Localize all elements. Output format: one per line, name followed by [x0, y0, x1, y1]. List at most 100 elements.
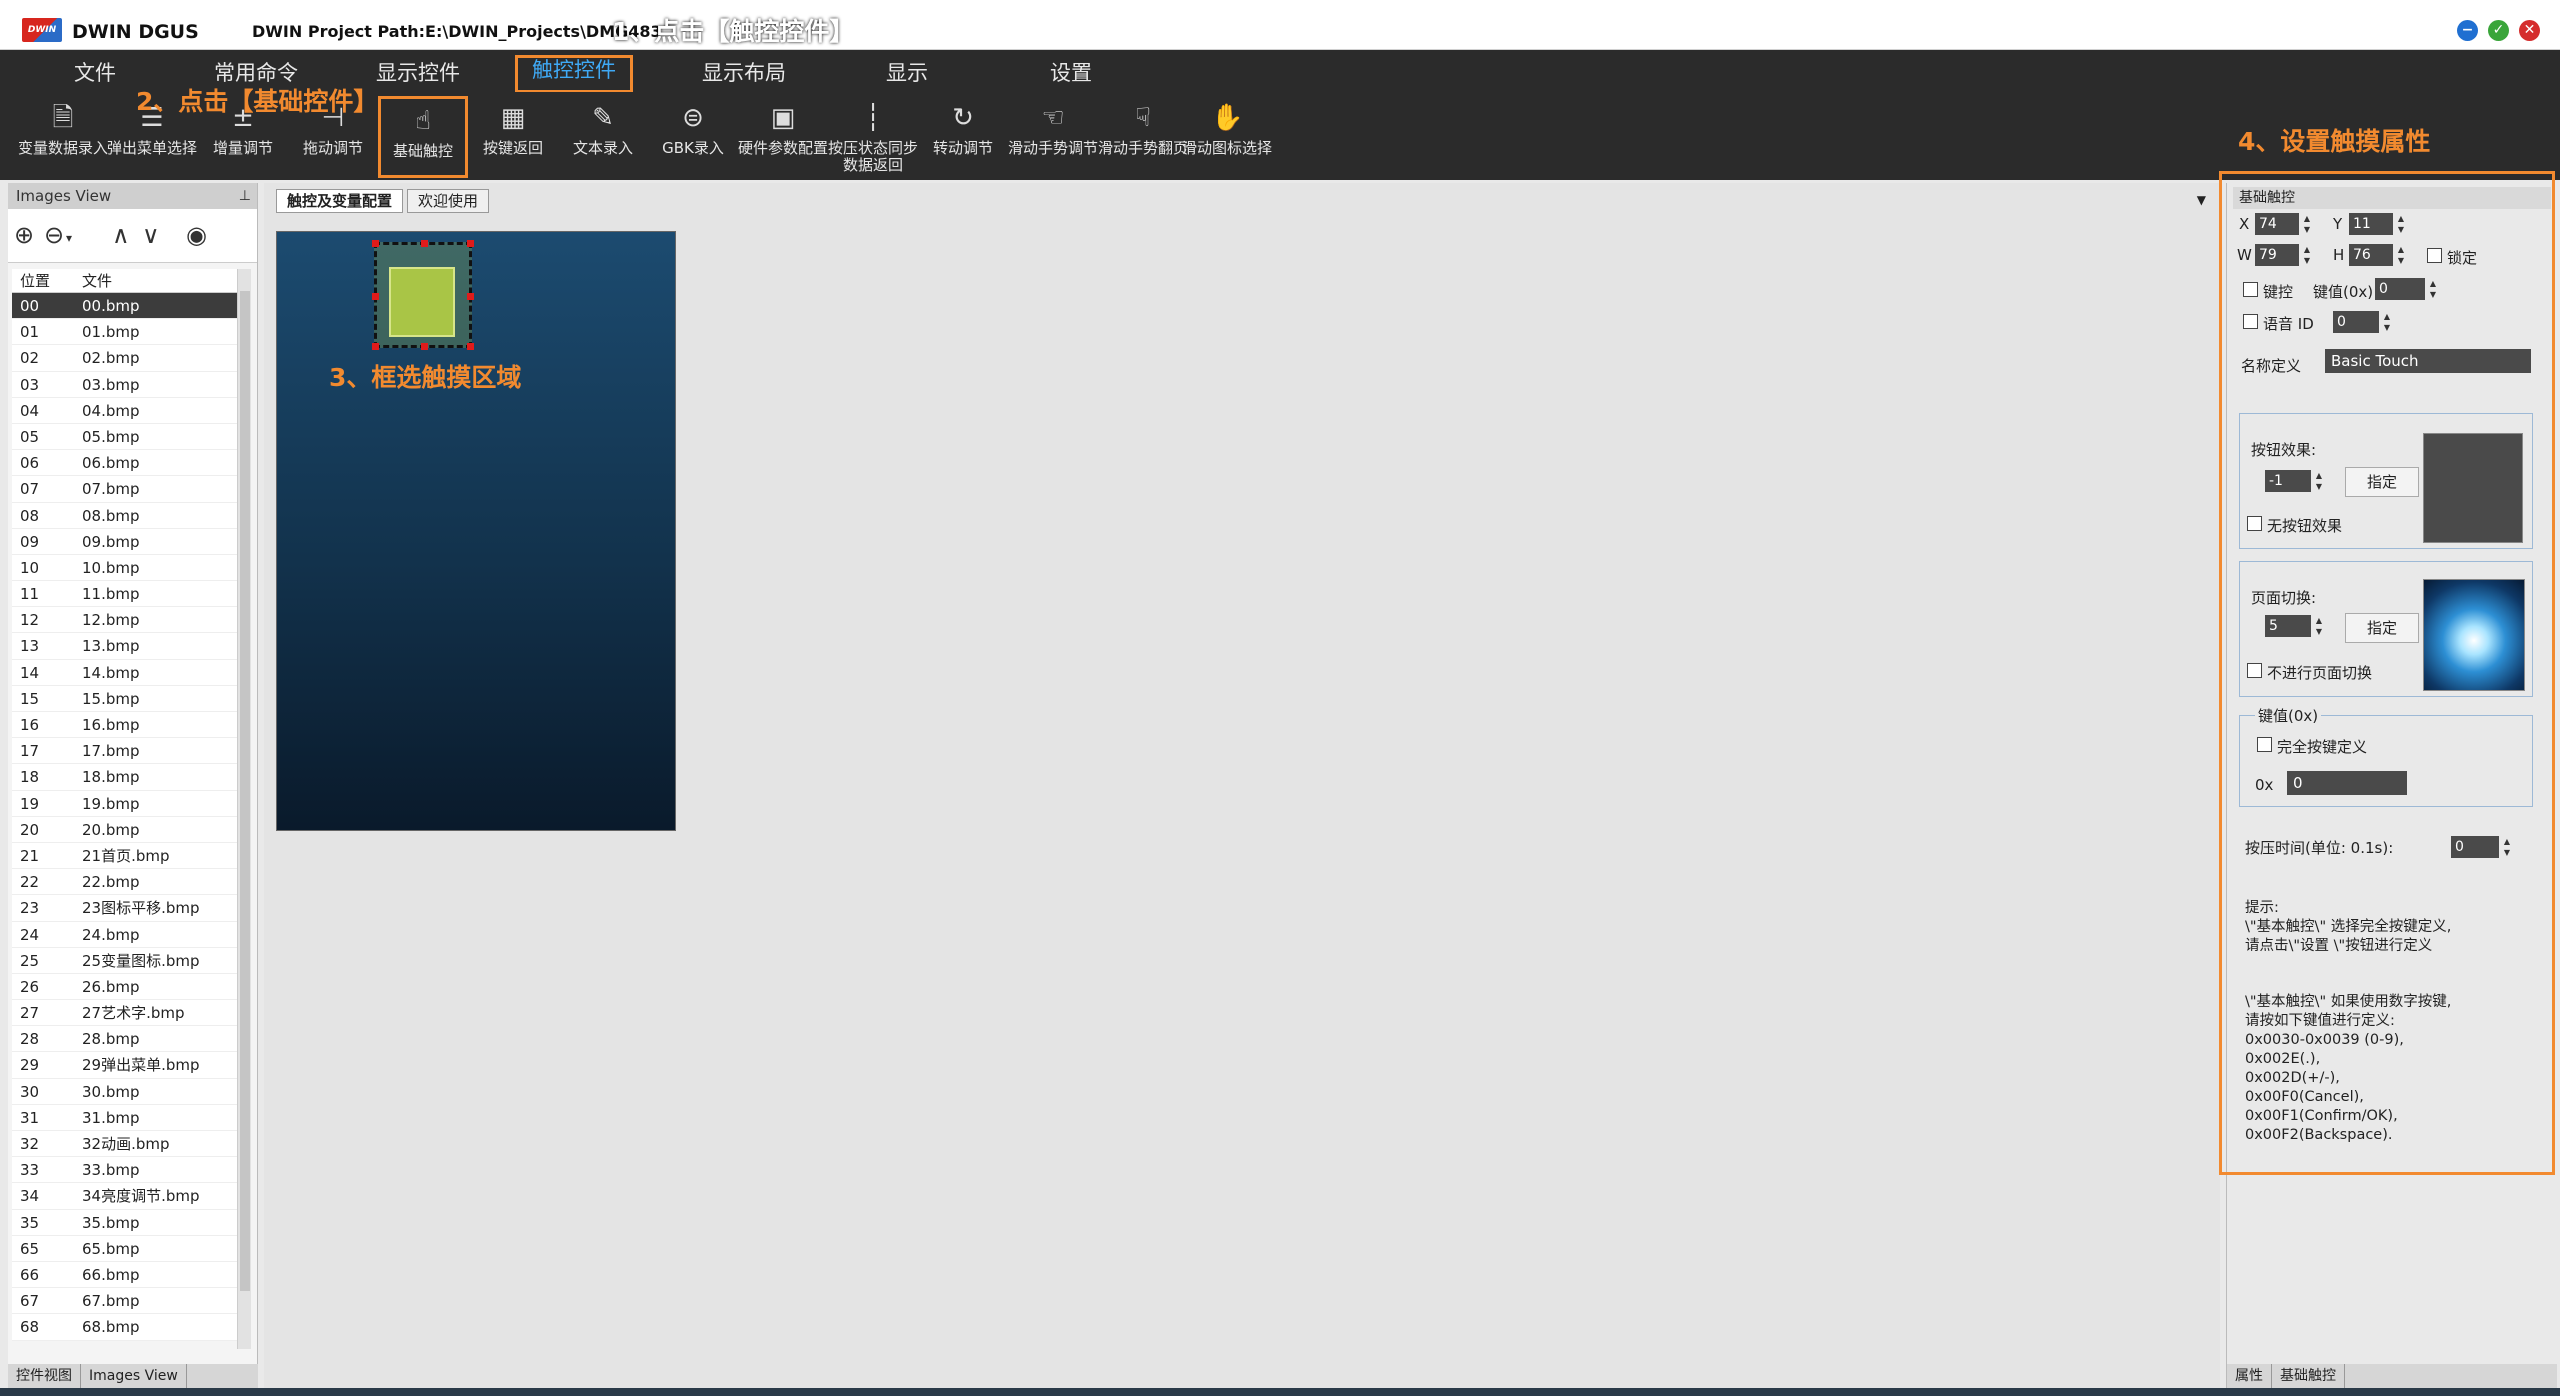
voice-checkbox[interactable]: [2243, 314, 2258, 329]
hex-key-input[interactable]: 0: [2287, 771, 2407, 795]
tool-press-sync[interactable]: ┆ 按压状态同步数据返回: [828, 96, 918, 178]
resize-handle[interactable]: [421, 343, 428, 350]
move-up-icon[interactable]: ∧: [112, 221, 130, 249]
table-row[interactable]: 12 12.bmp: [12, 607, 238, 634]
table-row[interactable]: 16 16.bmp: [12, 712, 238, 739]
table-row[interactable]: 25 25变量图标.bmp: [12, 947, 238, 974]
table-row[interactable]: 34 34亮度调节.bmp: [12, 1183, 238, 1210]
menu-display[interactable]: 显示: [872, 58, 942, 88]
voice-id-spinner[interactable]: ▲ ▼: [2381, 311, 2393, 333]
tool-basic-touch[interactable]: ☝ 基础触控: [378, 96, 468, 178]
page-switch-input[interactable]: 5: [2265, 615, 2311, 637]
table-row[interactable]: 33 33.bmp: [12, 1157, 238, 1184]
table-row[interactable]: 19 19.bmp: [12, 790, 238, 817]
table-row[interactable]: 08 08.bmp: [12, 502, 238, 529]
x-input[interactable]: 74: [2255, 213, 2299, 235]
page-canvas[interactable]: 3、框选触摸区域: [276, 231, 676, 831]
w-spinner[interactable]: ▲ ▼: [2301, 244, 2313, 266]
lock-checkbox[interactable]: [2427, 248, 2442, 263]
table-row[interactable]: 09 09.bmp: [12, 528, 238, 555]
table-row[interactable]: 10 10.bmp: [12, 554, 238, 582]
tool-text-input[interactable]: ✎ 文本录入: [558, 96, 648, 178]
table-row[interactable]: 15 15.bmp: [12, 685, 238, 712]
resize-handle[interactable]: [467, 343, 474, 350]
menu-file[interactable]: 文件: [60, 58, 130, 88]
tab-touch-config[interactable]: 触控及变量配置: [276, 189, 404, 213]
menu-touch-controls[interactable]: 触控控件: [515, 55, 633, 93]
tool-swipe-icon-select[interactable]: ✋ 滑动图标选择: [1182, 96, 1272, 178]
page-switch-spinner[interactable]: ▲ ▼: [2313, 615, 2325, 637]
table-row[interactable]: 02 02.bmp: [12, 345, 238, 372]
tool-rotate-adjust[interactable]: ↻ 转动调节: [918, 96, 1008, 178]
key-control-checkbox[interactable]: [2243, 282, 2258, 297]
tool-swipe-page[interactable]: ☟ 滑动手势翻页: [1098, 96, 1188, 178]
table-row[interactable]: 24 24.bmp: [12, 921, 238, 948]
table-row[interactable]: 30 30.bmp: [12, 1078, 238, 1105]
table-row[interactable]: 18 18.bmp: [12, 764, 238, 791]
table-row[interactable]: 35 35.bmp: [12, 1209, 238, 1236]
table-row[interactable]: 11 11.bmp: [12, 581, 238, 608]
tab-welcome[interactable]: 欢迎使用: [407, 189, 490, 213]
table-row[interactable]: 00 00.bmp: [12, 293, 238, 320]
table-row[interactable]: 04 04.bmp: [12, 397, 238, 424]
table-row[interactable]: 03 03.bmp: [12, 371, 238, 398]
add-icon[interactable]: ⊕: [14, 221, 34, 249]
assign-button-effect[interactable]: 指定: [2345, 467, 2419, 497]
resize-handle[interactable]: [467, 240, 474, 247]
table-row[interactable]: 66 66.bmp: [12, 1261, 238, 1289]
x-spinner[interactable]: ▲ ▼: [2301, 213, 2313, 235]
touch-area-selection[interactable]: [372, 240, 474, 350]
tab-basic-touch[interactable]: 基础触控: [2272, 1364, 2345, 1388]
y-spinner[interactable]: ▲ ▼: [2395, 213, 2407, 235]
table-row[interactable]: 21 21首页.bmp: [12, 842, 238, 870]
y-input[interactable]: 11: [2349, 213, 2393, 235]
table-row[interactable]: 32 32动画.bmp: [12, 1131, 238, 1158]
pin-icon[interactable]: ⊥: [239, 183, 251, 209]
no-button-effect-checkbox[interactable]: [2247, 516, 2262, 531]
tab-dropdown-icon[interactable]: ▼: [2197, 193, 2206, 207]
tab-images-view[interactable]: Images View: [81, 1364, 187, 1388]
table-row[interactable]: 05 05.bmp: [12, 423, 238, 451]
table-row[interactable]: 67 67.bmp: [12, 1288, 238, 1315]
scrollbar-thumb[interactable]: [240, 291, 250, 1291]
button-effect-spinner[interactable]: ▲ ▼: [2313, 470, 2325, 492]
table-row[interactable]: 27 27艺术字.bmp: [12, 1000, 238, 1027]
eye-icon[interactable]: ◉: [186, 221, 207, 249]
table-row[interactable]: 01 01.bmp: [12, 319, 238, 346]
table-row[interactable]: 17 17.bmp: [12, 738, 238, 765]
table-row[interactable]: 07 07.bmp: [12, 476, 238, 503]
table-row[interactable]: 23 23图标平移.bmp: [12, 895, 238, 922]
table-row[interactable]: 28 28.bmp: [12, 1026, 238, 1053]
table-row[interactable]: 31 31.bmp: [12, 1104, 238, 1131]
remove-icon[interactable]: ⊖: [44, 221, 64, 249]
w-input[interactable]: 79: [2255, 244, 2299, 266]
name-input[interactable]: Basic Touch: [2325, 349, 2531, 373]
h-input[interactable]: 76: [2349, 244, 2393, 266]
key-value-input[interactable]: 0: [2375, 278, 2425, 300]
tab-control-view[interactable]: 控件视图: [8, 1364, 81, 1388]
resize-handle[interactable]: [421, 240, 428, 247]
minimize-button[interactable]: −: [2457, 20, 2478, 41]
tool-key-return[interactable]: ▦ 按键返回: [468, 96, 558, 178]
resize-handle[interactable]: [372, 293, 379, 300]
table-row[interactable]: 22 22.bmp: [12, 869, 238, 896]
menu-settings[interactable]: 设置: [1036, 58, 1106, 88]
table-row[interactable]: 14 14.bmp: [12, 659, 238, 686]
tool-gbk-input[interactable]: ⊜ GBK录入: [648, 96, 738, 178]
tool-hardware-config[interactable]: ▣ 硬件参数配置: [738, 96, 828, 178]
assign-page-switch[interactable]: 指定: [2345, 613, 2419, 643]
move-down-icon[interactable]: ∨: [142, 221, 160, 249]
resize-handle[interactable]: [372, 343, 379, 350]
table-row[interactable]: 13 13.bmp: [12, 633, 238, 660]
tool-swipe-adjust[interactable]: ☜ 滑动手势调节: [1008, 96, 1098, 178]
tab-properties[interactable]: 属性: [2227, 1364, 2272, 1388]
press-time-spinner[interactable]: ▲ ▼: [2501, 836, 2513, 858]
menu-display-controls[interactable]: 显示控件: [362, 58, 474, 88]
table-row[interactable]: 68 68.bmp: [12, 1314, 238, 1341]
maximize-button[interactable]: ✓: [2488, 20, 2509, 41]
table-row[interactable]: 26 26.bmp: [12, 973, 238, 1001]
key-value-spinner[interactable]: ▲ ▼: [2427, 278, 2439, 300]
no-page-switch-checkbox[interactable]: [2247, 663, 2262, 678]
resize-handle[interactable]: [467, 293, 474, 300]
table-row[interactable]: 65 65.bmp: [12, 1235, 238, 1262]
